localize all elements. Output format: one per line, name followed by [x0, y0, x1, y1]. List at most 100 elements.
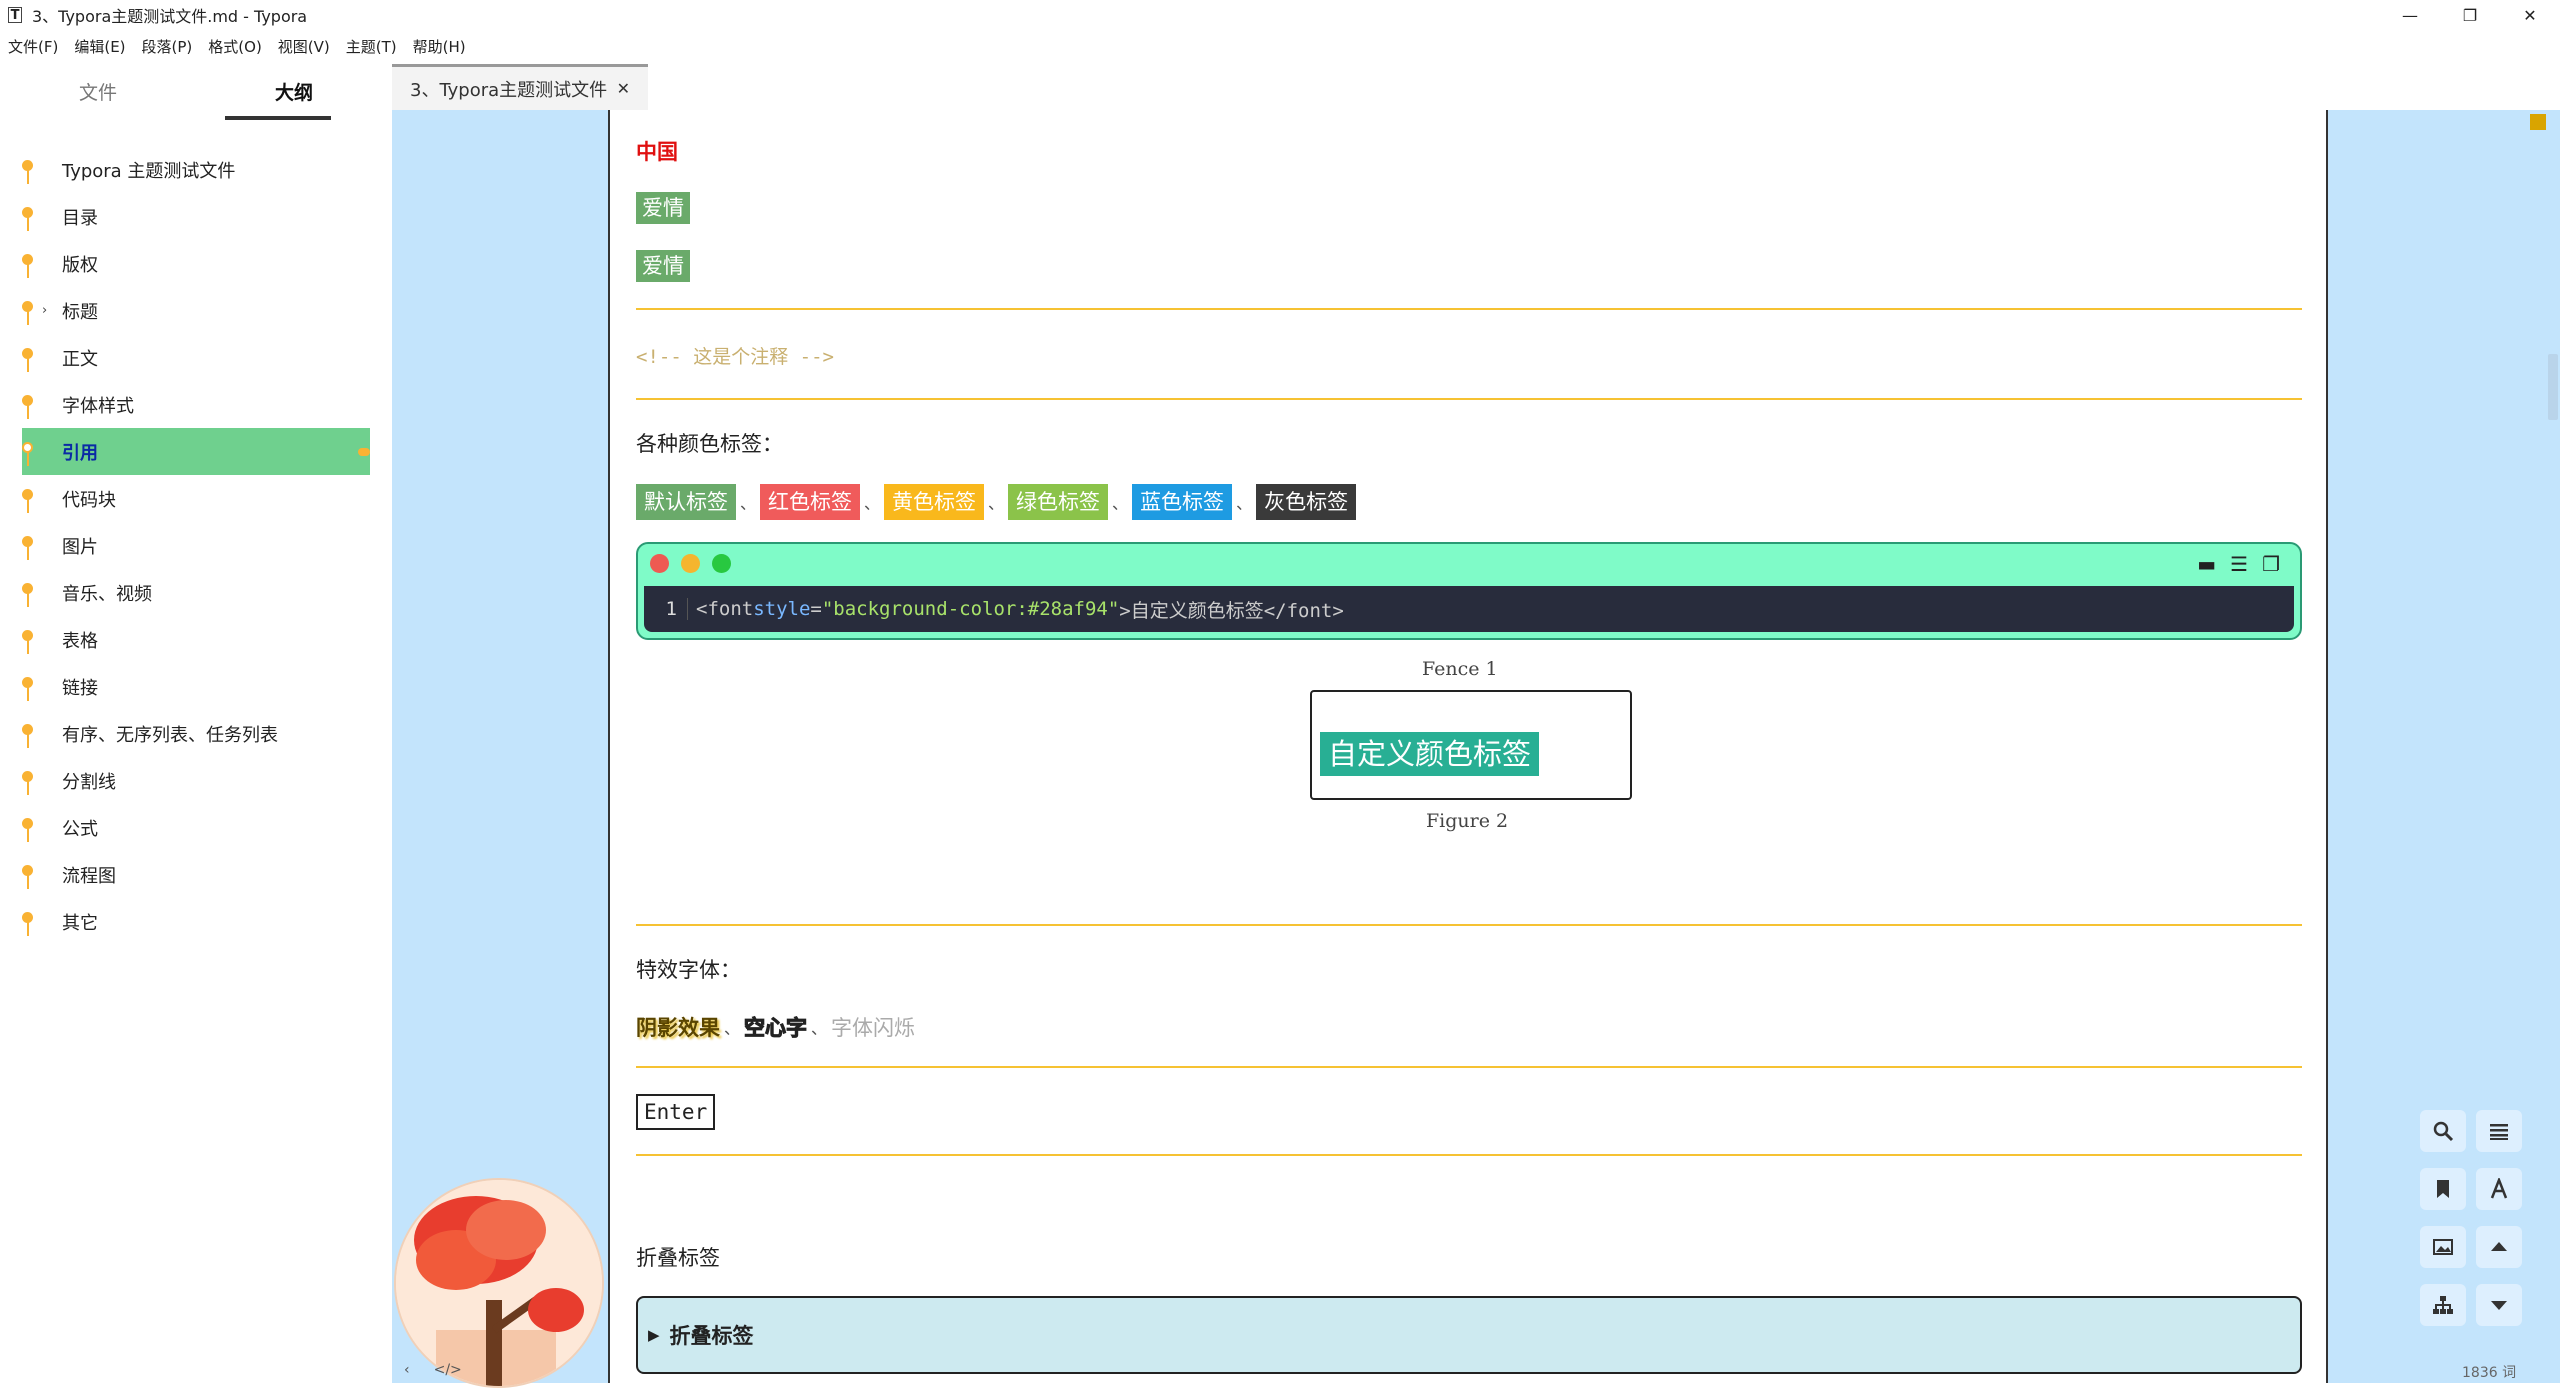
source-code-icon[interactable]: </>: [434, 1362, 462, 1378]
green-tag: 爱情: [636, 192, 690, 224]
code-token: <font: [696, 598, 754, 620]
outline-item[interactable]: 字体样式: [0, 381, 392, 428]
arrow-up-icon[interactable]: [2476, 1226, 2522, 1268]
outline-item[interactable]: Typora 主题测试文件: [0, 146, 392, 193]
bullet-stem: [27, 875, 29, 889]
chevron-right-icon[interactable]: ›: [42, 303, 47, 318]
triangle-right-icon: ▶: [648, 1326, 660, 1344]
bullet-stem: [27, 828, 29, 842]
custom-color-tag: 自定义颜色标签: [1320, 732, 1540, 776]
outline-item[interactable]: 目录: [0, 193, 392, 240]
tree-avatar-image: [394, 1178, 604, 1388]
yellow-tag: 黄色标签: [884, 484, 985, 520]
bullet-stem: [27, 781, 29, 795]
bookmark-icon[interactable]: [2420, 1168, 2466, 1210]
blue-tag: 蓝色标签: [1132, 484, 1233, 520]
green-dot-icon: [712, 554, 731, 573]
code-fence[interactable]: ▬ ☰ ❐ 1 <font style = "background-color:#2…: [636, 542, 2302, 640]
figure-caption: Figure 2: [1426, 810, 1509, 832]
bullet-stem: [27, 499, 29, 513]
indent-icon[interactable]: ☰: [2230, 552, 2248, 576]
separator: 、: [1112, 494, 1129, 513]
color-tags-row: 默认标签、 红色标签、 黄色标签、 绿色标签、 蓝色标签、 灰色标签: [636, 484, 1357, 520]
tab-files[interactable]: 文件: [0, 60, 196, 126]
outline-item[interactable]: 正文: [0, 334, 392, 381]
outline-item-label: 分割线: [62, 771, 116, 793]
outline-item[interactable]: 图片: [0, 522, 392, 569]
line-number: 1: [644, 598, 688, 620]
outline-item-label: 正文: [62, 348, 98, 370]
maximize-button[interactable]: ❐: [2440, 0, 2500, 30]
back-icon[interactable]: ‹: [404, 1362, 410, 1378]
font-icon[interactable]: [2476, 1168, 2522, 1210]
arrow-down-icon[interactable]: [2476, 1284, 2522, 1326]
separator: 、: [864, 494, 881, 513]
green-tag: 绿色标签: [1008, 484, 1109, 520]
outline-item[interactable]: 音乐、视频: [0, 569, 392, 616]
collapse-icon[interactable]: ▬: [2197, 552, 2216, 576]
outline-item-label: 音乐、视频: [62, 583, 152, 605]
separator: 、: [740, 494, 757, 513]
hollow-text: 空心字: [744, 1016, 808, 1041]
copy-icon[interactable]: ❐: [2262, 552, 2280, 576]
outline-item[interactable]: 链接: [0, 663, 392, 710]
bottom-left-controls: ‹ </>: [404, 1362, 462, 1378]
outline-item-label: 有序、无序列表、任务列表: [62, 724, 278, 746]
document-tab-label: 3、Typora主题测试文件: [410, 79, 608, 101]
menu-format[interactable]: 格式(O): [200, 36, 270, 58]
outline-item-active[interactable]: 引用: [22, 428, 370, 475]
word-count[interactable]: 1836 词: [2462, 1362, 2516, 1382]
outline-item[interactable]: 版权: [0, 240, 392, 287]
outline-item[interactable]: 有序、无序列表、任务列表: [0, 710, 392, 757]
scroll-position-marker: [2530, 114, 2546, 130]
code-token: "background-color:#28af94": [821, 598, 1120, 620]
shadow-text: 阴影效果: [636, 1016, 720, 1040]
outline-item[interactable]: › 标题: [0, 287, 392, 334]
code-line[interactable]: 1 <font style = "background-color:#28af94"…: [644, 586, 2294, 632]
divider: [636, 308, 2302, 310]
close-tab-icon[interactable]: ✕: [617, 79, 630, 98]
sitemap-icon[interactable]: [2420, 1284, 2466, 1326]
menu-bar: 文件(F) 编辑(E) 段落(P) 格式(O) 视图(V) 主题(T) 帮助(H…: [0, 36, 474, 58]
separator: 、: [724, 1019, 741, 1038]
bullet-stem: [27, 217, 29, 231]
outline-item[interactable]: 代码块: [0, 475, 392, 522]
outline-item[interactable]: 分割线: [0, 757, 392, 804]
floating-toolbar: [2420, 1110, 2532, 1326]
red-bold-text: 中国: [636, 140, 678, 164]
menu-list-icon[interactable]: [2476, 1110, 2522, 1152]
bullet-stem: [27, 452, 29, 466]
bullet-stem: [27, 640, 29, 654]
document-page[interactable]: 中国 爱情 爱情 <!-- 这是个注释 --> 各种颜色标签： 默认标签、 红色…: [608, 110, 2328, 1383]
divider: [636, 398, 2302, 400]
outline-item[interactable]: 流程图: [0, 851, 392, 898]
outline-item[interactable]: 公式: [0, 804, 392, 851]
scrollbar-thumb[interactable]: [2548, 354, 2558, 420]
separator: 、: [811, 1019, 828, 1038]
outline-item-label: 字体样式: [62, 395, 134, 417]
outline-item[interactable]: 其它: [0, 898, 392, 945]
menu-paragraph[interactable]: 段落(P): [134, 36, 201, 58]
outline-item[interactable]: 表格: [0, 616, 392, 663]
effects-heading: 特效字体：: [636, 958, 741, 982]
menu-view[interactable]: 视图(V): [270, 36, 338, 58]
document-tab[interactable]: 3、Typora主题测试文件 ✕: [392, 64, 648, 110]
red-tag: 红色标签: [760, 484, 861, 520]
kbd-key: Enter: [636, 1094, 716, 1130]
separator: 、: [988, 494, 1005, 513]
bullet-stem: [27, 264, 29, 278]
close-window-button[interactable]: ✕: [2500, 0, 2560, 30]
outline-item-label: 图片: [62, 536, 98, 558]
outline-item-label: 代码块: [62, 489, 116, 511]
separator: 、: [1236, 494, 1253, 513]
red-dot-icon: [650, 554, 669, 573]
menu-file[interactable]: 文件(F): [0, 36, 66, 58]
search-icon[interactable]: [2420, 1110, 2466, 1152]
details-block[interactable]: ▶ 折叠标签: [636, 1296, 2302, 1374]
minimize-button[interactable]: —: [2380, 0, 2440, 30]
menu-help[interactable]: 帮助(H): [405, 36, 474, 58]
tab-strip: 3、Typora主题测试文件 ✕: [392, 60, 2560, 110]
image-icon[interactable]: [2420, 1226, 2466, 1268]
menu-edit[interactable]: 编辑(E): [66, 36, 133, 58]
menu-theme[interactable]: 主题(T): [338, 36, 405, 58]
